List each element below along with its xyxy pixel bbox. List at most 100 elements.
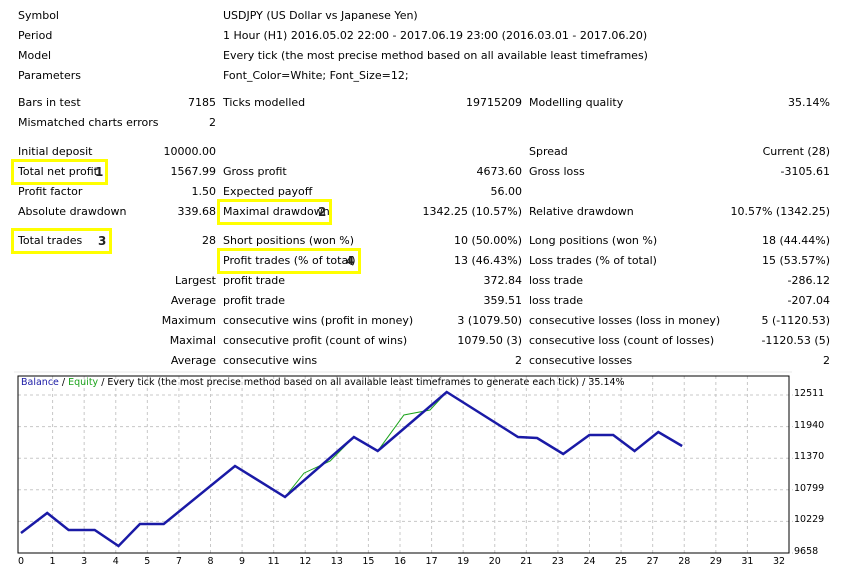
stats-label: consecutive profit (count of wins) (223, 334, 408, 347)
y-tick-label: 10229 (794, 514, 825, 526)
x-tick-label: 5 (144, 556, 151, 567)
y-tick-label: 11370 (794, 451, 825, 463)
stats-prefix: Average (170, 354, 216, 367)
stats-row: Largest profit trade 372.84 loss trade -… (0, 271, 844, 291)
chart-legend: Balance / Equity / Every tick (the most … (21, 376, 625, 390)
x-tick-label: 17 (425, 556, 438, 567)
model-value: Every tick (the most precise method base… (223, 49, 648, 62)
annotation-number-4: 4 (346, 254, 355, 268)
loss-trades-value: 15 (53.57%) (761, 254, 830, 267)
stats-row: Average consecutive wins 2 consecutive l… (0, 351, 844, 371)
max-drawdown-label: Maximal drawdown (223, 205, 330, 218)
stats-label: profit trade (223, 274, 286, 287)
model-label: Model (18, 49, 52, 62)
x-tick-label: 15 (362, 556, 375, 567)
legend-equity: Equity (68, 377, 99, 388)
symbol-label: Symbol (18, 9, 59, 22)
row-parameters: Parameters Font_Color=White; Font_Size=1… (0, 66, 844, 86)
plot-frame (17, 375, 790, 554)
abs-drawdown-value: 339.68 (177, 205, 217, 218)
x-tick-label: 12 (299, 556, 312, 567)
x-tick-label: 19 (457, 556, 470, 567)
total-trades-value: 28 (202, 234, 216, 247)
gross-profit-label: Gross profit (223, 165, 287, 178)
profit-trades-value: 13 (46.43%) (453, 254, 522, 267)
legend-balance: Balance (21, 377, 59, 388)
row-net-profit: Total net profit 1567.99 Gross profit 46… (0, 162, 844, 182)
stats-label2: consecutive losses (loss in money) (529, 314, 721, 327)
stats-prefix: Average (170, 294, 216, 307)
x-tick-label: 3 (81, 556, 88, 567)
parameters-value: Font_Color=White; Font_Size=12; (223, 69, 409, 82)
x-tick-label: 16 (393, 556, 407, 567)
stats-prefix: Largest (175, 274, 216, 287)
balance-line (20, 390, 683, 548)
rel-drawdown-value: 10.57% (1342.25) (730, 205, 830, 218)
x-tick-label: 20 (488, 556, 501, 567)
mismatch-value: 2 (209, 116, 216, 129)
gross-loss-label: Gross loss (529, 165, 585, 178)
row-initial-deposit: Initial deposit 10000.00 Spread Current … (0, 142, 844, 162)
total-trades-label: Total trades (18, 234, 83, 247)
bars-label: Bars in test (18, 96, 81, 109)
x-tick-label: 29 (709, 556, 722, 567)
row-model: Model Every tick (the most precise metho… (0, 46, 844, 66)
stats-label2: consecutive losses (529, 354, 633, 367)
stats-label2: consecutive loss (count of losses) (529, 334, 715, 347)
row-drawdown: Absolute drawdown 339.68 Maximal drawdow… (0, 202, 844, 222)
y-tick-label: 12511 (794, 388, 825, 399)
x-tick-label: 4 (112, 556, 119, 567)
x-tick-label: 32 (772, 556, 786, 567)
row-profit-factor: Profit factor 1.50 Expected payoff 56.00 (0, 182, 844, 202)
row-profit-trades: Profit trades (% of total) 13 (46.43%) L… (0, 251, 844, 271)
row-bars: Bars in test 7185 Ticks modelled 1971520… (0, 93, 844, 113)
x-tick-label: 11 (267, 556, 280, 567)
legend-description: / Every tick (the most precise method ba… (98, 377, 625, 388)
stats-value: 1079.50 (3) (457, 334, 522, 347)
ticks-label: Ticks modelled (223, 96, 306, 109)
row-mismatch: Mismatched charts errors 2 (0, 113, 844, 133)
initial-deposit-value: 10000.00 (163, 145, 217, 158)
long-positions-value: 18 (44.44%) (761, 234, 830, 247)
stats-value2: 2 (823, 354, 830, 367)
stats-value2: -1120.53 (5) (761, 334, 830, 347)
bars-value: 7185 (188, 96, 216, 109)
stats-row: Maximum consecutive wins (profit in mone… (0, 311, 844, 331)
stats-value: 2 (515, 354, 522, 367)
max-drawdown-value: 1342.25 (10.57%) (422, 205, 522, 218)
y-tick-label: 10799 (794, 482, 825, 494)
x-tick-label: 27 (646, 556, 659, 567)
stats-label: consecutive wins (profit in money) (223, 314, 414, 327)
stats-value: 372.84 (483, 274, 523, 287)
x-tick-label: 23 (551, 556, 564, 567)
y-tick-label: 9658 (794, 546, 819, 557)
equity-line (20, 391, 683, 547)
stats-value: 359.51 (483, 294, 523, 307)
gross-loss-value: -3105.61 (780, 165, 830, 178)
profit-factor-label: Profit factor (18, 185, 83, 198)
annotation-number-1: 1 (95, 165, 104, 179)
annotation-number-3: 3 (98, 234, 107, 248)
x-tick-label: 0 (17, 556, 25, 567)
stats-label2: loss trade (529, 294, 584, 307)
x-tick-label: 28 (678, 556, 691, 567)
y-tick-label: 11940 (794, 419, 825, 431)
long-positions-label: Long positions (won %) (529, 234, 658, 247)
x-tick-label: 1 (49, 556, 56, 567)
x-tick-label: 13 (330, 556, 343, 567)
rel-drawdown-label: Relative drawdown (529, 205, 634, 218)
x-tick-label: 8 (207, 556, 214, 567)
period-value: 1 Hour (H1) 2016.05.02 22:00 - 2017.06.1… (223, 29, 648, 42)
loss-trades-label: Loss trades (% of total) (529, 254, 657, 267)
profit-factor-value: 1.50 (191, 185, 217, 198)
stats-value2: -286.12 (787, 274, 830, 287)
expected-payoff-label: Expected payoff (223, 185, 313, 198)
parameters-label: Parameters (18, 69, 81, 82)
stats-row: Average profit trade 359.51 loss trade -… (0, 291, 844, 311)
stats-value: 3 (1079.50) (457, 314, 522, 327)
ticks-value: 19715209 (466, 96, 522, 109)
abs-drawdown-label: Absolute drawdown (18, 205, 127, 218)
x-tick-label: 24 (583, 556, 596, 567)
net-profit-label: Total net profit (18, 165, 98, 178)
stats-label: consecutive wins (223, 354, 318, 367)
